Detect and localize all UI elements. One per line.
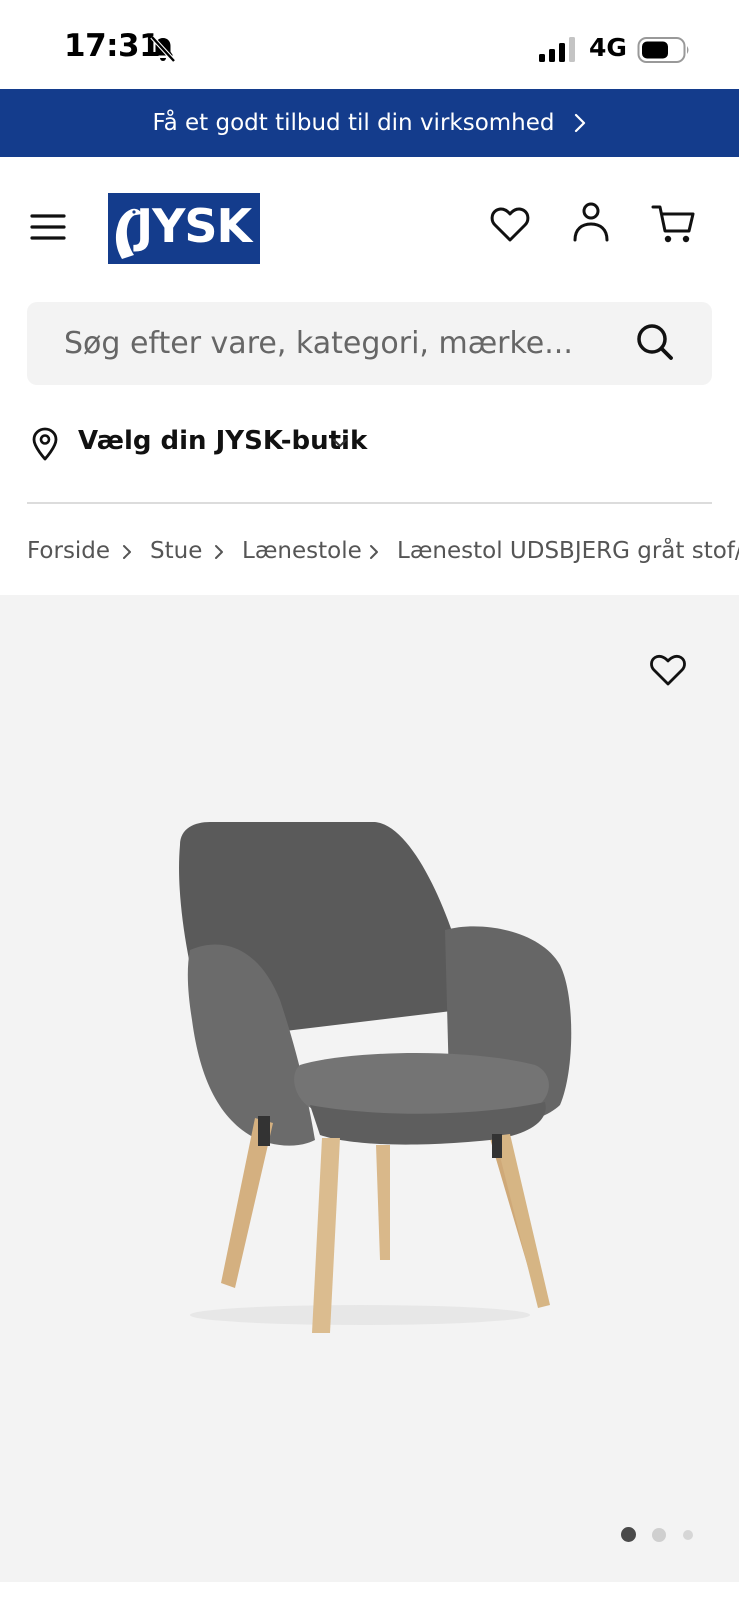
breadcrumb: Forside Stue Lænestole Lænestol UDSBJERG… — [27, 538, 739, 572]
gallery-dot-1[interactable] — [621, 1527, 636, 1542]
promo-banner[interactable]: Få et godt tilbud til din virksomhed — [0, 89, 739, 157]
heart-icon[interactable] — [649, 652, 687, 688]
breadcrumb-item-current: Lænestol UDSBJERG gråt stof/ — [397, 538, 739, 564]
product-gallery[interactable] — [0, 595, 739, 1582]
search-icon[interactable] — [634, 321, 676, 363]
status-bar: 17:31 4G — [0, 0, 739, 89]
promo-banner-text: Få et godt tilbud til din virksomhed — [152, 110, 555, 136]
status-time: 17:31 — [64, 28, 161, 64]
map-pin-icon — [32, 427, 58, 461]
menu-icon[interactable] — [28, 210, 68, 244]
chevron-right-icon — [574, 113, 585, 133]
battery-icon — [637, 37, 689, 63]
product-image — [179, 822, 572, 1333]
breadcrumb-item-forside[interactable]: Forside — [27, 538, 110, 564]
chevron-right-icon — [370, 545, 378, 559]
breadcrumb-item-stue[interactable]: Stue — [150, 538, 202, 564]
user-icon[interactable] — [570, 200, 612, 244]
chevron-right-icon — [215, 545, 223, 559]
divider — [27, 502, 712, 504]
chevron-right-icon — [123, 545, 131, 559]
site-header: JYSK — [0, 157, 739, 297]
breadcrumb-item-laenestole[interactable]: Lænestole — [242, 538, 362, 564]
store-selector-label: Vælg din JYSK-butik — [78, 426, 368, 456]
search-placeholder: Søg efter vare, kategori, mærke... — [64, 326, 573, 361]
heart-icon[interactable] — [489, 204, 531, 246]
gallery-dot-3[interactable] — [683, 1530, 693, 1540]
network-type: 4G — [589, 33, 627, 62]
signal-icon — [539, 37, 575, 62]
bell-slash-icon — [150, 35, 176, 63]
jysk-logo[interactable]: JYSK — [108, 193, 260, 264]
search-input[interactable]: Søg efter vare, kategori, mærke... — [27, 302, 712, 385]
logo-text: JYSK — [136, 199, 252, 253]
gallery-dot-2[interactable] — [652, 1528, 666, 1542]
cart-icon[interactable] — [651, 202, 697, 246]
chevron-down-icon — [333, 439, 347, 447]
